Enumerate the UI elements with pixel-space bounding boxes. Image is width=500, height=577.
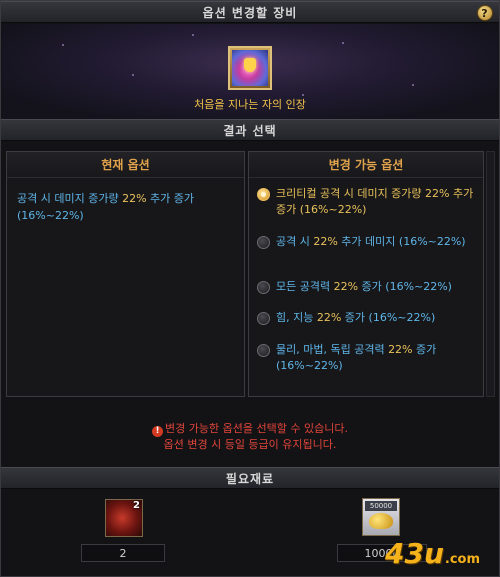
- result-section-title: 결과 선택: [223, 123, 277, 138]
- notice-text: ! 변경 가능한 옵션을 선택할 수 있습니다. 옵션 변경 시 등일 등급이 유…: [1, 421, 499, 452]
- equipment-name: 처음을 지나는 자의 인장: [194, 98, 306, 111]
- watermark-suffix: .com: [444, 552, 481, 567]
- radio-unselected-icon[interactable]: [257, 281, 270, 294]
- notice-line-1: 변경 가능한 옵션을 선택할 수 있습니다.: [165, 422, 348, 435]
- option-radio-3[interactable]: 힘, 지능 22% 증가 (16%~22%): [257, 310, 479, 326]
- option-label-0: 크리티컬 공격 시 데미지 증가량 22% 추가 증가 (16%~22%): [276, 187, 474, 216]
- current-option-value: 22%: [122, 192, 147, 205]
- warning-icon: !: [152, 426, 164, 437]
- radio-unselected-icon[interactable]: [257, 344, 270, 357]
- changeable-options-title: 변경 가능 옵션: [249, 152, 483, 178]
- result-section-header: 결과 선택: [1, 119, 499, 141]
- option-label-1: 공격 시 22% 추가 데미지 (16%~22%): [276, 235, 466, 248]
- current-option-text: 공격 시 데미지 증가량 22% 추가 증가 (16%~22%): [17, 190, 237, 224]
- help-icon: ?: [481, 6, 489, 20]
- red-stone-material-icon[interactable]: 2: [105, 499, 143, 537]
- material-1-badge: 2: [133, 500, 140, 511]
- radio-unselected-icon[interactable]: [257, 236, 270, 249]
- help-button[interactable]: ?: [477, 5, 493, 21]
- material-2-badge: 50000: [365, 501, 397, 511]
- radio-unselected-icon[interactable]: [257, 312, 270, 325]
- option-radio-1[interactable]: 공격 시 22% 추가 데미지 (16%~22%): [257, 234, 479, 250]
- notice-line-2: 옵션 변경 시 등일 등급이 유지됩니다.: [163, 438, 337, 451]
- option-radio-4[interactable]: 물리, 마법, 독립 공격력 22% 증가 (16%~22%): [257, 342, 479, 374]
- gold-coins-icon[interactable]: 50000: [362, 498, 400, 536]
- window-title: 옵션 변경할 장비: [202, 5, 298, 20]
- option-label-2: 모든 공격력 22% 증가 (16%~22%): [276, 280, 452, 293]
- ring-equipment-icon[interactable]: [228, 46, 272, 90]
- watermark-main: 43u: [385, 537, 444, 570]
- current-option-text-before: 공격 시 데미지 증가량: [17, 192, 123, 205]
- materials-header: 필요재료: [1, 467, 499, 489]
- changeable-options-panel: 변경 가능 옵션 크리티컬 공격 시 데미지 증가량 22% 추가 증가 (16…: [248, 151, 484, 397]
- window-title-bar: 옵션 변경할 장비 ?: [1, 1, 499, 23]
- option-label-4: 물리, 마법, 독립 공격력 22% 증가 (16%~22%): [276, 343, 437, 372]
- option-radio-0[interactable]: 크리티컬 공격 시 데미지 증가량 22% 추가 증가 (16%~22%): [257, 186, 479, 218]
- materials-title: 필요재료: [225, 471, 275, 486]
- option-radio-2[interactable]: 모든 공격력 22% 증가 (16%~22%): [257, 279, 479, 295]
- option-label-3: 힘, 지능 22% 증가 (16%~22%): [276, 311, 436, 324]
- current-option-panel: 현재 옵션 공격 시 데미지 증가량 22% 추가 증가 (16%~22%): [6, 151, 245, 397]
- site-watermark-logo: 43u .com: [385, 537, 481, 570]
- equipment-banner: 처음을 지나는 자의 인장: [2, 24, 498, 119]
- radio-selected-icon[interactable]: [257, 188, 270, 201]
- material-1-count: 2: [81, 544, 165, 562]
- option-change-window: 옵션 변경할 장비 ? 처음을 지나는 자의 인장 결과 선택 현재 옵션 공격…: [0, 0, 500, 577]
- current-option-title: 현재 옵션: [7, 152, 244, 178]
- options-scrollbar[interactable]: [486, 151, 495, 397]
